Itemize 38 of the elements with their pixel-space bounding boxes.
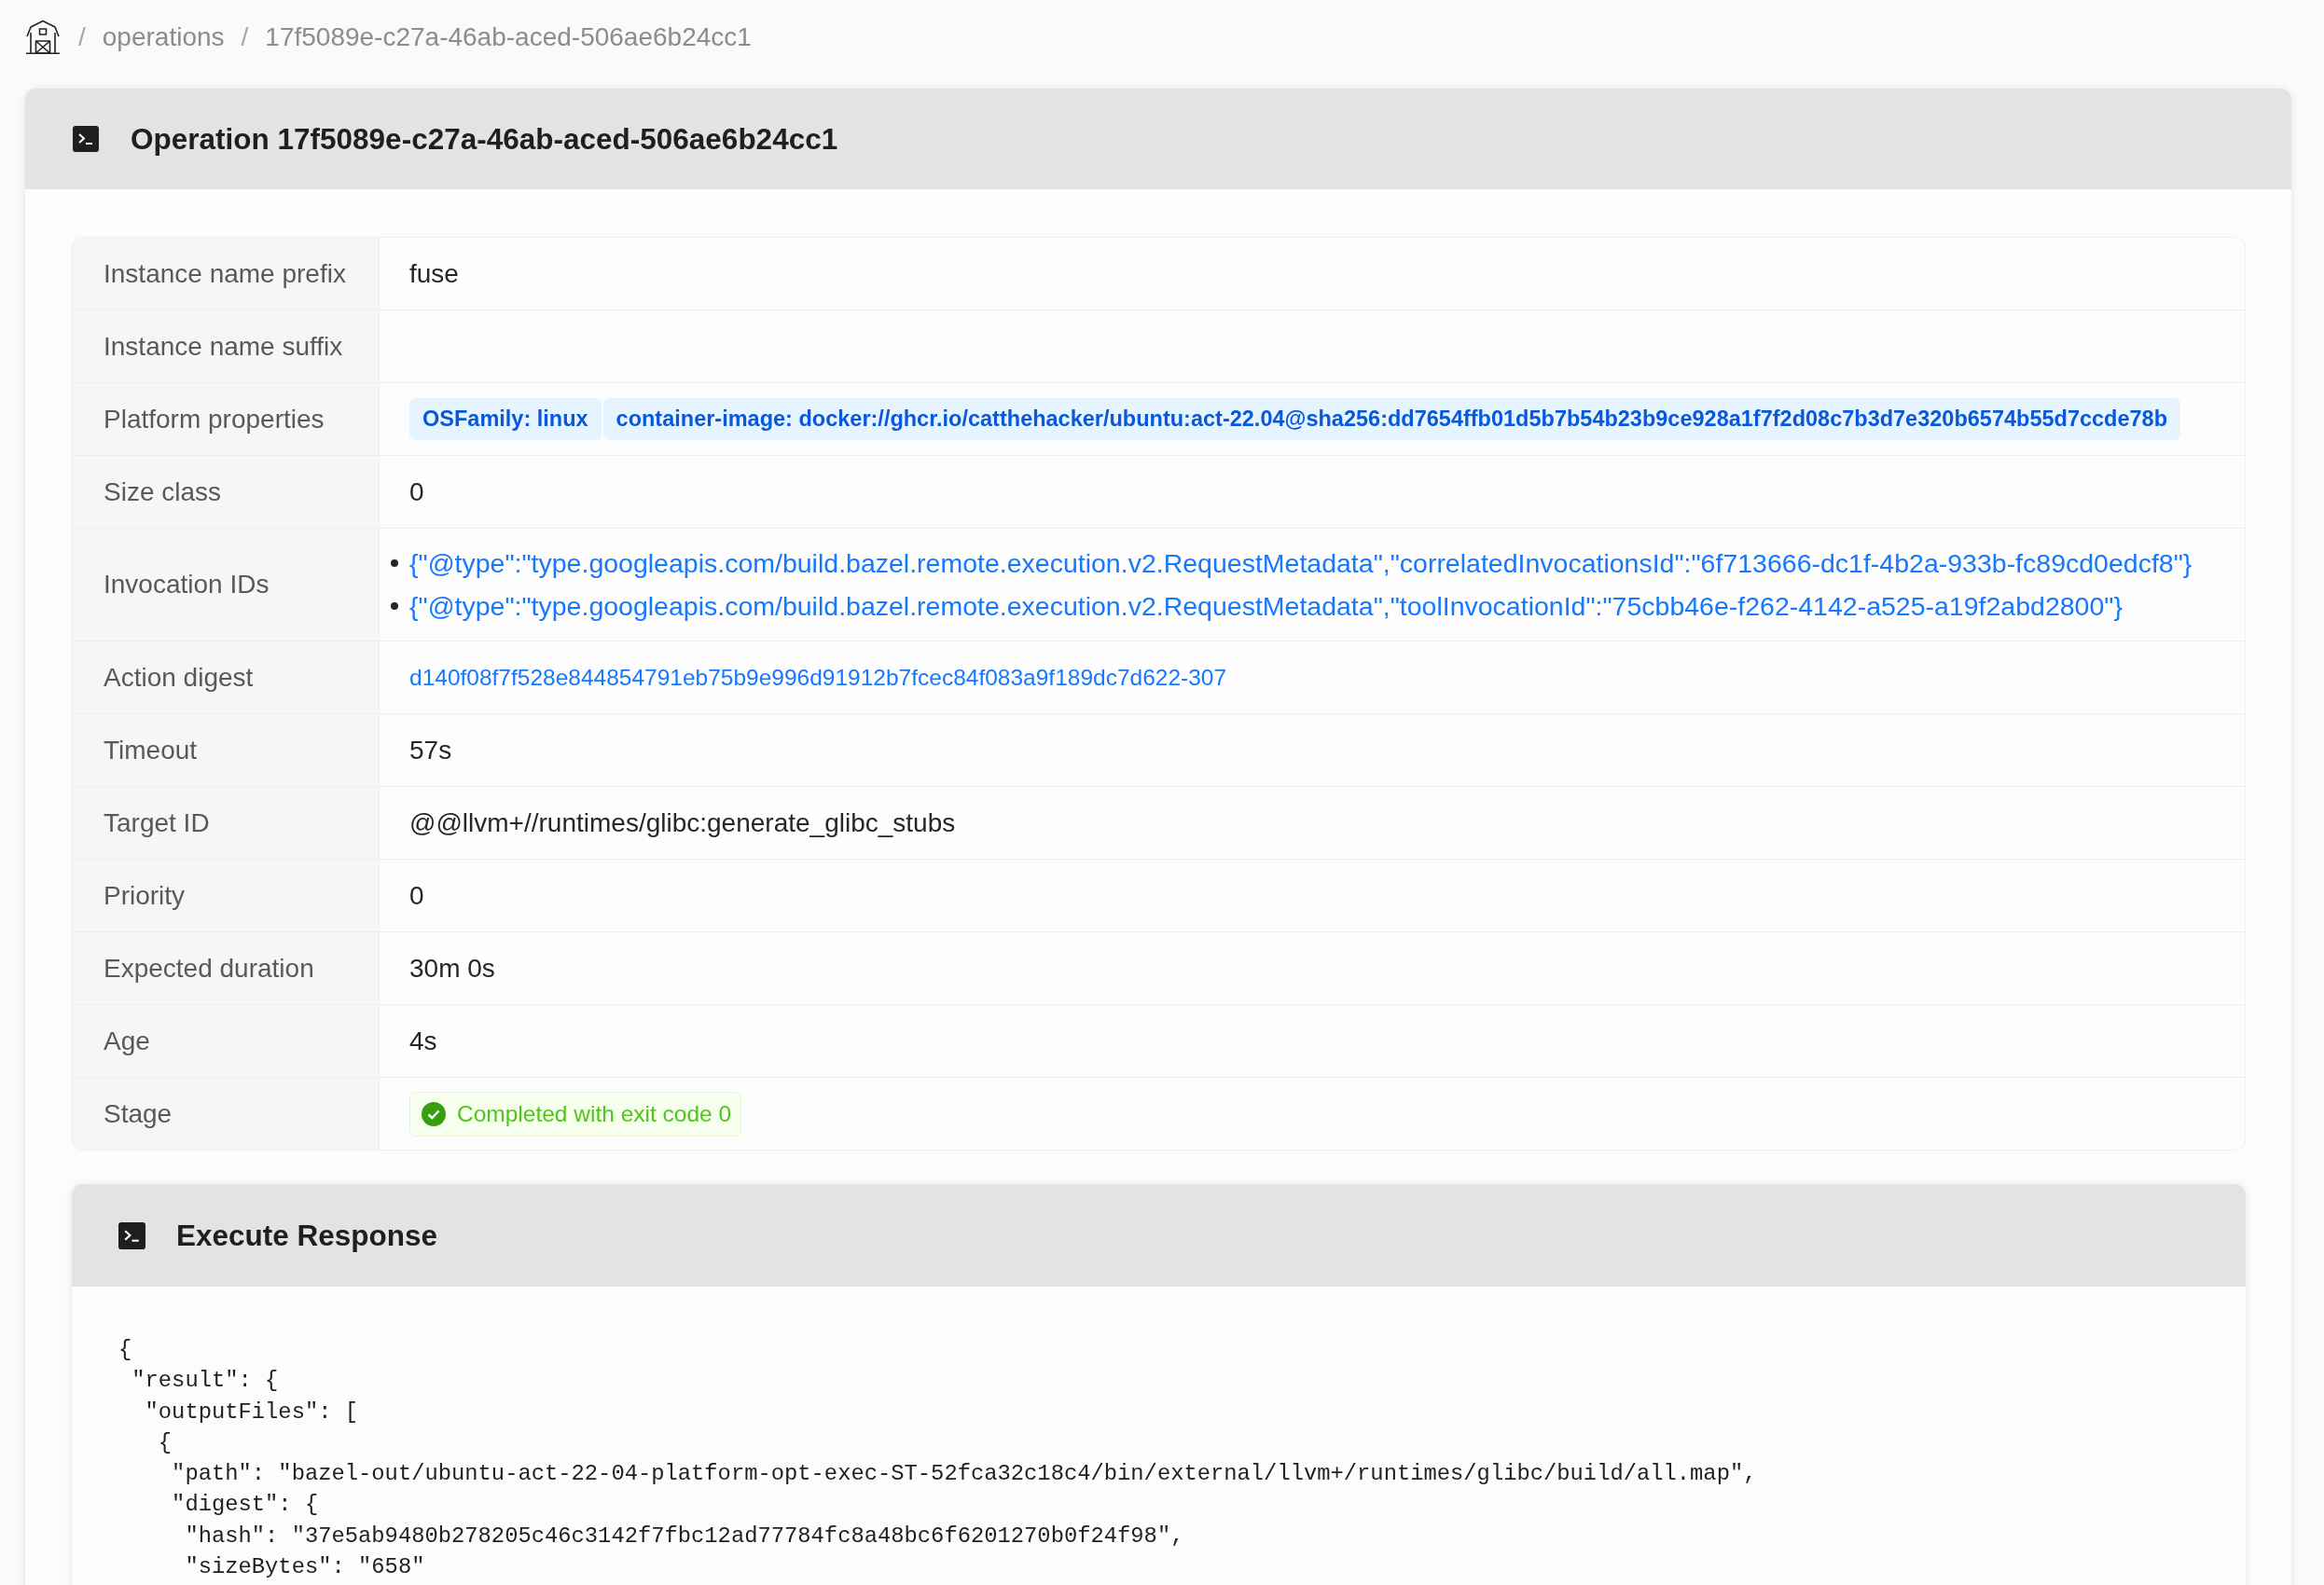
card-title: Execute Response bbox=[176, 1218, 438, 1253]
field-value: fuse bbox=[408, 257, 460, 290]
terminal-icon bbox=[73, 126, 99, 152]
field-label: Instance name suffix bbox=[73, 310, 380, 382]
field-value: 0 bbox=[408, 879, 425, 912]
field-label: Priority bbox=[73, 860, 380, 931]
field-label: Invocation IDs bbox=[73, 529, 380, 641]
barn-icon[interactable] bbox=[24, 19, 62, 56]
card-title: Operation 17f5089e-c27a-46ab-aced-506ae6b24cc1 bbox=[131, 121, 838, 157]
breadcrumb-separator: / bbox=[241, 22, 249, 52]
terminal-icon bbox=[118, 1221, 145, 1249]
field-label: Action digest bbox=[73, 641, 380, 713]
field-label: Age bbox=[73, 1005, 380, 1077]
property-tag: container-image: docker://ghcr.io/catthehacker/ubuntu:act-22.04@sha256:dd7654ffb01d5b7b54b23b9ce928a1f7f2d08c7b3d7e320b6574b55d7ccde78b bbox=[602, 398, 2180, 440]
breadcrumb-link[interactable]: operations bbox=[102, 22, 225, 52]
bullet-icon bbox=[391, 602, 398, 610]
field-value: 57s bbox=[408, 734, 453, 766]
field-value: @@llvm+//runtimes/glibc:generate_glibc_stubs bbox=[408, 806, 957, 839]
breadcrumb-separator: / bbox=[78, 22, 86, 52]
breadcrumb-current: 17f5089e-c27a-46ab-aced-506ae6b24cc1 bbox=[265, 22, 752, 52]
bullet-icon bbox=[391, 559, 398, 567]
field-label: Expected duration bbox=[73, 932, 380, 1004]
field-value: 0 bbox=[408, 476, 425, 508]
status-text: Completed with exit code 0 bbox=[457, 1100, 732, 1127]
field-label: Timeout bbox=[73, 714, 380, 786]
invocation-link[interactable]: {"@type":"type.googleapis.com/build.bazel.remote.execution.v2.RequestMetadata","toolInvocationId":"75cbb46e-f262-4142-a525-a19f2abd2800"} bbox=[409, 590, 2123, 622]
field-value: 4s bbox=[408, 1025, 438, 1057]
digest-link[interactable]: d140f08f7f528e844854791eb75b9e996d91912b7fcec84f083a9f189dc7d622-307 bbox=[409, 664, 1227, 691]
check-circle-icon bbox=[422, 1101, 446, 1126]
field-label: Stage bbox=[73, 1078, 380, 1150]
field-value: 30m 0s bbox=[408, 952, 496, 985]
field-label: Platform properties bbox=[73, 383, 380, 455]
json-code: { "result": { "outputFiles": [ { "path": "bazel-out/ubuntu-act-22-04-platform-opt-exec-ST-52fca32c18c4/bin/external/llvm+/runtimes/glibc/build/all.map", "digest": { "hash": "37e5ab9480b278205c46c3142f7fbc12ad77784fc8a48bc6f6201270b0f24f98", "sizeBytes": "658" bbox=[118, 1336, 1758, 1582]
field-label: Instance name prefix bbox=[73, 238, 380, 310]
field-label: Size class bbox=[73, 456, 380, 528]
property-tag: OSFamily: linux bbox=[409, 398, 602, 440]
invocation-link[interactable]: {"@type":"type.googleapis.com/build.bazel.remote.execution.v2.RequestMetadata","correlatedInvocationsId":"6f713666-dc1f-4b2a-933b-fc89cd0edcf8"} bbox=[409, 547, 2193, 579]
field-label: Target ID bbox=[73, 787, 380, 859]
